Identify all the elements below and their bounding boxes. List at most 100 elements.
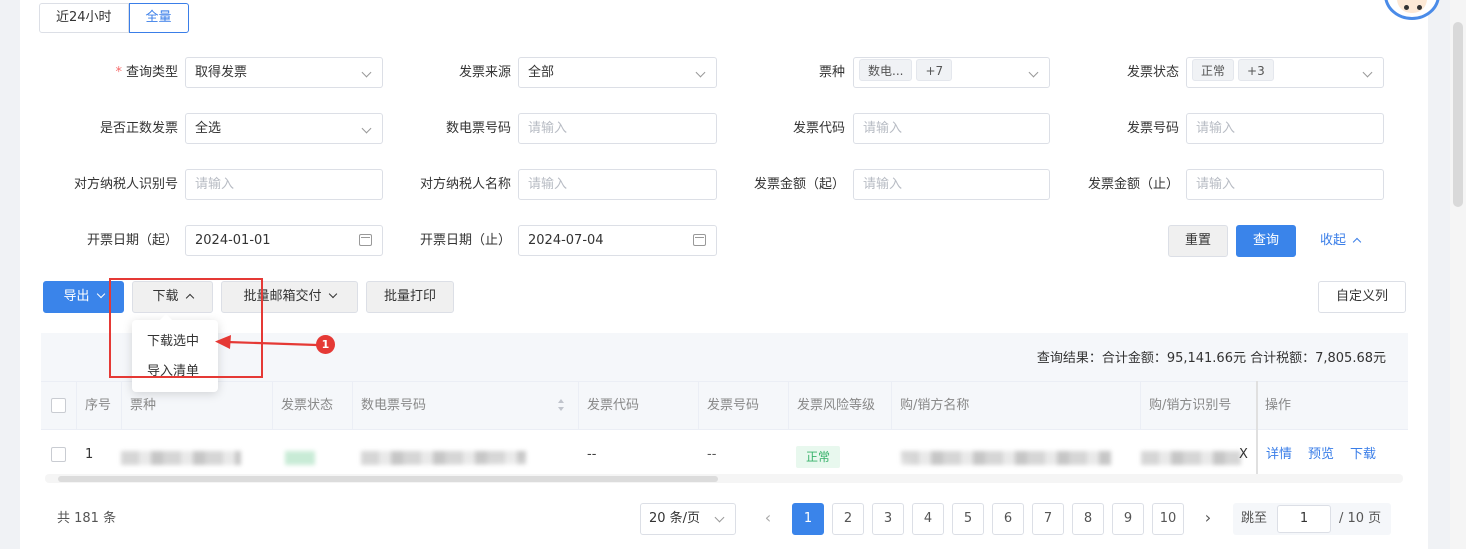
th-operations: 操作 (1265, 398, 1292, 413)
tab-last-24h[interactable]: 近24小时 (39, 3, 129, 33)
batch-mail-button[interactable]: 批量邮箱交付 (221, 281, 358, 313)
counterparty-id-field[interactable] (185, 169, 383, 200)
chevron-down-icon (96, 289, 105, 299)
jump-suffix: / 10 页 (1339, 511, 1382, 526)
counterparty-id-input[interactable] (195, 170, 345, 199)
chevron-down-icon (1028, 67, 1039, 78)
page-8-button[interactable]: 8 (1072, 503, 1104, 535)
select-all-checkbox[interactable] (51, 398, 66, 413)
counterparty-name-label: 对方纳税人名称 (419, 177, 511, 192)
cell-index: 1 (85, 447, 94, 462)
digital-number-label: 数电票号码 (445, 121, 511, 136)
counterparty-name-field[interactable] (518, 169, 717, 200)
invoice-source-label: 发票来源 (458, 65, 511, 80)
prev-page-icon[interactable]: ‹ (758, 503, 778, 535)
download-selected-item[interactable]: 下载选中 (147, 332, 199, 352)
page-7-button[interactable]: 7 (1032, 503, 1064, 535)
page-2-button[interactable]: 2 (832, 503, 864, 535)
is-positive-select[interactable]: 全选 (185, 113, 383, 144)
th-party-name: 购/销方名称 (892, 382, 1141, 429)
calendar-icon (359, 234, 372, 246)
total-count: 共 181 条 (57, 511, 117, 526)
custom-columns-button[interactable]: 自定义列 (1318, 281, 1406, 313)
chevron-down-icon (328, 289, 337, 299)
table-header: 序号 票种 发票状态 数电票号码 发票代码 发票号码 发票风险等级 购/销方名称… (41, 381, 1408, 430)
detail-link[interactable]: 详情 (1266, 447, 1292, 462)
reset-button[interactable]: 重置 (1168, 225, 1228, 257)
ticket-type-label: 票种 (818, 65, 845, 80)
page-6-button[interactable]: 6 (992, 503, 1024, 535)
page-size-select[interactable]: 20 条/页 (640, 503, 736, 535)
digital-number-field[interactable] (518, 113, 717, 144)
amount-to-label: 发票金额（止） (1087, 177, 1179, 192)
ticket-type-tag: 数电... (859, 59, 913, 81)
amount-to-input[interactable] (1196, 170, 1346, 199)
chevron-up-icon (1352, 237, 1362, 247)
chevron-down-icon (1362, 67, 1373, 78)
next-page-icon[interactable]: › (1198, 503, 1218, 535)
tab-all[interactable]: 全量 (128, 3, 189, 33)
redacted-status (285, 451, 315, 465)
invoice-code-input[interactable] (863, 114, 1012, 143)
invoice-code-label: 发票代码 (792, 121, 845, 136)
redacted-party-name (901, 451, 1111, 465)
query-type-select[interactable]: 取得发票 (185, 57, 383, 88)
batch-print-button[interactable]: 批量打印 (366, 281, 454, 313)
chevron-down-icon (695, 67, 706, 78)
invoice-status-label: 发票状态 (1126, 65, 1179, 80)
page-3-button[interactable]: 3 (872, 503, 904, 535)
counterparty-name-input[interactable] (528, 170, 679, 199)
cell-operations: 详情 预览 下载 (1258, 430, 1392, 476)
th-invoice-code: 发票代码 (579, 382, 699, 429)
th-index: 序号 (77, 382, 122, 429)
download-button[interactable]: 下载 (132, 281, 213, 313)
chevron-down-icon (714, 512, 725, 523)
sort-icon[interactable] (558, 397, 566, 413)
invoice-code-field[interactable] (853, 113, 1050, 144)
jump-page-input[interactable]: 1 (1277, 505, 1331, 533)
page-4-button[interactable]: 4 (912, 503, 944, 535)
invoice-number-label: 发票号码 (1126, 121, 1179, 136)
import-list-item[interactable]: 导入清单 (147, 362, 199, 382)
horizontal-scroll-thumb[interactable] (58, 476, 718, 482)
download-dropdown: 下载选中 导入清单 (132, 314, 218, 392)
redacted-party-id (1141, 451, 1241, 465)
row-checkbox[interactable] (51, 447, 66, 462)
date-to-picker[interactable]: 2024-07-04 (518, 225, 717, 256)
th-digital-number[interactable]: 数电票号码 (353, 382, 579, 429)
chevron-down-icon (361, 67, 372, 78)
amount-from-field[interactable] (853, 169, 1050, 200)
date-from-picker[interactable]: 2024-01-01 (185, 225, 383, 256)
chevron-down-icon (361, 123, 372, 134)
th-party-id: 购/销方识别号 (1141, 382, 1257, 429)
page-1-button[interactable]: 1 (792, 503, 824, 535)
search-button[interactable]: 查询 (1236, 225, 1296, 257)
export-button[interactable]: 导出 (43, 281, 124, 313)
redacted-digital-number (361, 451, 526, 465)
page-10-button[interactable]: 10 (1152, 503, 1184, 535)
risk-level-tag: 正常 (796, 446, 840, 468)
th-invoice-number: 发票号码 (699, 382, 789, 429)
time-range-tabs: 近24小时 全量 (39, 3, 189, 33)
amount-from-input[interactable] (863, 170, 1012, 199)
digital-number-input[interactable] (528, 114, 679, 143)
redacted-ticket-type (121, 451, 241, 465)
invoice-status-more-tag: +3 (1238, 59, 1274, 81)
amount-to-field[interactable] (1186, 169, 1384, 200)
invoice-number-field[interactable] (1186, 113, 1384, 144)
collapse-link[interactable]: 收起 (1320, 231, 1362, 251)
amount-from-label: 发票金额（起） (753, 177, 845, 192)
preview-link[interactable]: 预览 (1308, 447, 1334, 462)
invoice-source-select[interactable]: 全部 (518, 57, 717, 88)
ticket-type-select[interactable]: 数电... +7 (853, 57, 1050, 88)
date-to-label: 开票日期（止） (419, 233, 511, 248)
cell-party-id-tail: X (1239, 447, 1248, 462)
row-download-link[interactable]: 下载 (1350, 447, 1376, 462)
page-5-button[interactable]: 5 (952, 503, 984, 535)
summary-bar: 查询结果：合计金额：95,141.66元 合计税额：7,805.68元 (41, 333, 1408, 381)
vertical-scroll-thumb[interactable] (1453, 22, 1463, 207)
invoice-status-select[interactable]: 正常 +3 (1186, 57, 1384, 88)
page-9-button[interactable]: 9 (1112, 503, 1144, 535)
invoice-number-input[interactable] (1196, 114, 1346, 143)
ticket-type-more-tag: +7 (916, 59, 953, 81)
